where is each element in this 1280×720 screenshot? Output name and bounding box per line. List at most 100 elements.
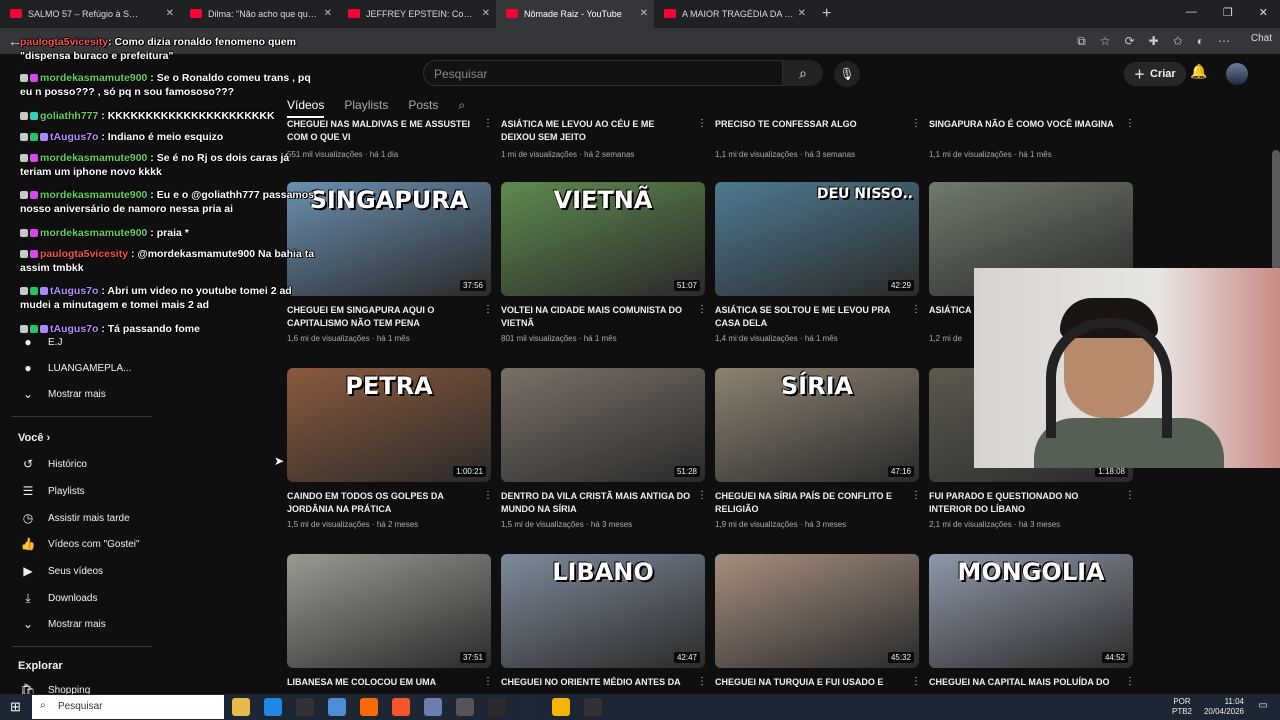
more-vert-icon[interactable]: ⋮ [911, 676, 921, 687]
minimize-icon[interactable]: — [1186, 6, 1197, 19]
language-indicator[interactable]: POR PTB2 [1172, 697, 1192, 717]
video-thumbnail[interactable]: SÍRIA 47:16 [715, 368, 919, 482]
more-vert-icon[interactable]: ⋮ [697, 118, 707, 129]
video-card[interactable]: SINGAPURA NÃO É COMO VOCÊ IMAGINA 1,1 mi… [929, 118, 1135, 168]
search-button[interactable]: ⌕ [783, 60, 823, 86]
video-thumbnail[interactable]: 37:51 [287, 554, 491, 668]
tab-playlists[interactable]: Playlists [344, 98, 388, 118]
video-title[interactable]: CHEGUEI NO ORIENTE MÉDIO ANTES DA [501, 676, 691, 689]
more-vert-icon[interactable]: ⋮ [483, 490, 493, 501]
video-thumbnail[interactable]: 45:32 [715, 554, 919, 668]
more-vert-icon[interactable]: ⋮ [1125, 490, 1135, 501]
maximize-icon[interactable]: ❐ [1223, 6, 1233, 19]
video-thumbnail[interactable]: PETRA 1:00:21 [287, 368, 491, 482]
sidebar-item-history[interactable]: ↺ Histórico [20, 454, 87, 474]
close-icon[interactable]: ✕ [166, 8, 174, 19]
video-thumbnail[interactable]: MONGOLIA 44:52 [929, 554, 1133, 668]
app-icon[interactable]: ⧉ [1077, 34, 1086, 49]
puzzle-icon[interactable]: ✚ [1149, 34, 1159, 49]
avatar[interactable] [1226, 63, 1248, 85]
sidebar-item-subscription[interactable]: ● LUANGAMEPLA... [20, 358, 131, 378]
video-thumbnail[interactable]: DEU NISSO.. 42:29 [715, 182, 919, 296]
close-icon[interactable]: ✕ [640, 8, 648, 19]
taskbar-search-input[interactable]: ⌕ Pesquisar [32, 695, 224, 719]
new-tab-button[interactable]: + [822, 5, 831, 23]
close-icon[interactable]: ✕ [324, 8, 332, 19]
more-vert-icon[interactable]: ⋮ [697, 304, 707, 315]
favorites-icon[interactable]: ✩ [1173, 34, 1183, 49]
video-card[interactable]: ASIÁTICA ME LEVOU AO CÉU E ME DEIXOU SEM… [501, 118, 707, 168]
star-icon[interactable]: ☆ [1100, 34, 1111, 49]
search-input[interactable]: Pesquisar [423, 60, 783, 86]
browser-tab-active[interactable]: Nômade Raiz - YouTube ✕ [496, 0, 654, 28]
browser-tab[interactable]: Dilma: "Não acho que quem ganh✕ [180, 0, 338, 28]
video-title[interactable]: PRECISO TE CONFESSAR ALGO [715, 118, 905, 131]
more-vert-icon[interactable]: ⋮ [483, 676, 493, 687]
copilot-chat-button[interactable]: Chat [1251, 33, 1272, 44]
more-vert-icon[interactable]: ⋮ [911, 304, 921, 315]
chrome-icon[interactable] [552, 698, 570, 716]
windows-start-icon[interactable]: ⊞ [10, 699, 21, 715]
more-icon[interactable]: ⋯ [1218, 34, 1230, 49]
close-icon[interactable]: ✕ [482, 8, 490, 19]
sidebar-item-downloads[interactable]: ⤓ Downloads [20, 588, 97, 608]
close-window-icon[interactable]: ✕ [1259, 6, 1268, 19]
more-vert-icon[interactable]: ⋮ [697, 490, 707, 501]
sidebar-heading-voce[interactable]: Você › [18, 432, 50, 444]
bell-icon[interactable]: 🔔 [1190, 63, 1207, 80]
scrollbar[interactable] [1272, 150, 1280, 270]
browser-tab[interactable]: SALMO 57 – Refúgio à Sombra das✕ [0, 0, 180, 28]
file-explorer-icon[interactable] [232, 698, 250, 716]
app-icon[interactable] [328, 698, 346, 716]
sidebar-item-show-more[interactable]: ⌄ Mostrar mais [20, 614, 106, 634]
create-button[interactable]: ＋ Criar [1124, 62, 1186, 86]
clock[interactable]: 11:04 20/04/2026 [1204, 697, 1244, 717]
browser-tab[interactable]: A MAIOR TRAGÉDIA DA 3ª GUERR✕ [654, 0, 812, 28]
more-vert-icon[interactable]: ⋮ [483, 118, 493, 129]
sidebar-item-playlists[interactable]: ☰ Playlists [20, 481, 85, 501]
video-title[interactable]: SINGAPURA NÃO É COMO VOCÊ IMAGINA [929, 118, 1119, 131]
video-title[interactable]: VOLTEI NA CIDADE MAIS COMUNISTA DO VIETN… [501, 304, 691, 330]
more-vert-icon[interactable]: ⋮ [1125, 676, 1135, 687]
video-title[interactable]: CHEGUEI NA TURQUIA E FUI USADO E [715, 676, 905, 689]
edge-icon[interactable] [264, 698, 282, 716]
more-vert-icon[interactable]: ⋮ [911, 490, 921, 501]
more-vert-icon[interactable]: ⋮ [697, 676, 707, 687]
obs-icon[interactable] [584, 698, 602, 716]
sidebar-item-show-more[interactable]: ⌄ Mostrar mais [20, 384, 106, 404]
app-icon[interactable] [296, 698, 314, 716]
video-title[interactable]: CAINDO EM TODOS OS GOLPES DA JORDÂNIA NA… [287, 490, 477, 516]
video-thumbnail[interactable]: LIBANO 42:47 [501, 554, 705, 668]
sidebar-item-watch-later[interactable]: ◷ Assistir mais tarde [20, 508, 130, 528]
video-title[interactable]: FUI PARADO E QUESTIONADO NO INTERIOR DO … [929, 490, 1119, 516]
browser-tab[interactable]: JEFFREY EPSTEIN: Como um Profe✕ [338, 0, 496, 28]
sidebar-item-liked[interactable]: 👍 Vídeos com "Gostei" [20, 534, 140, 554]
video-thumbnail[interactable]: VIETNÃ 51:07 [501, 182, 705, 296]
video-title[interactable]: CHEGUEI NA SÍRIA PAÍS DE CONFLITO E RELI… [715, 490, 905, 516]
video-title[interactable]: LIBANESA ME COLOCOU EM UMA [287, 676, 477, 689]
video-thumbnail[interactable]: 51:28 [501, 368, 705, 482]
more-vert-icon[interactable]: ⋮ [483, 304, 493, 315]
video-title[interactable]: DENTRO DA VILA CRISTÃ MAIS ANTIGA DO MUN… [501, 490, 691, 516]
more-vert-icon[interactable]: ⋮ [1125, 118, 1135, 129]
steam-icon[interactable] [520, 698, 538, 716]
app-icon[interactable] [488, 698, 506, 716]
settings-icon[interactable] [456, 698, 474, 716]
video-title[interactable]: ASIÁTICA SE SOLTOU E ME LEVOU PRA CASA D… [715, 304, 905, 330]
tab-posts[interactable]: Posts [408, 98, 438, 118]
extension-icon[interactable]: ⟳ [1125, 34, 1135, 49]
video-title[interactable]: CHEGUEI NA CAPITAL MAIS POLUÍDA DO [929, 676, 1119, 689]
brave-icon[interactable] [392, 698, 410, 716]
sidebar-item-your-videos[interactable]: ▶ Seus vídeos [20, 561, 103, 581]
video-title[interactable]: ASIÁTICA ME LEVOU AO CÉU E ME DEIXOU SEM… [501, 118, 691, 144]
video-card[interactable]: PRECISO TE CONFESSAR ALGO 1,1 mi de visu… [715, 118, 921, 168]
notepad-icon[interactable] [424, 698, 442, 716]
firefox-icon[interactable] [360, 698, 378, 716]
notification-icon[interactable]: ▭ [1259, 700, 1268, 711]
channel-search-icon[interactable]: ⌕ [458, 98, 465, 118]
mic-button[interactable]: 🎙 [834, 61, 860, 87]
sidebar: ● E.J ● LUANGAMEPLA... ⌄ Mostrar mais Você … [0, 94, 156, 697]
more-vert-icon[interactable]: ⋮ [911, 118, 921, 129]
close-icon[interactable]: ✕ [798, 8, 806, 19]
profile-icon[interactable]: ◐ [1197, 34, 1204, 49]
